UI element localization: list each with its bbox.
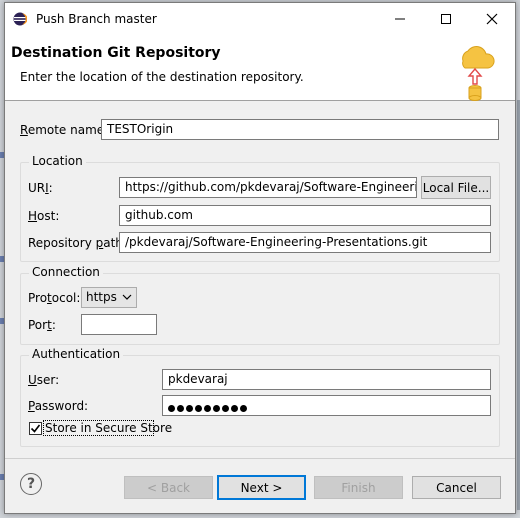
user-label: User:: [28, 373, 60, 387]
help-icon: ?: [26, 476, 36, 492]
protocol-value: https: [86, 290, 117, 304]
connection-group-title: Connection: [29, 265, 103, 279]
cancel-button[interactable]: Cancel: [412, 476, 501, 499]
banner-title: Destination Git Repository: [11, 45, 221, 61]
back-button[interactable]: < Back: [124, 476, 213, 499]
maximize-icon: [441, 14, 451, 24]
footer-divider: [5, 458, 515, 459]
user-input[interactable]: pkdevaraj: [162, 369, 491, 390]
repository-path-input[interactable]: /pkdevaraj/Software-Engineering-Presenta…: [119, 232, 491, 253]
uri-label: URI:: [28, 181, 53, 195]
password-dot: [186, 405, 193, 412]
uri-input[interactable]: https://github.com/pkdevaraj/Software-En…: [119, 177, 417, 198]
banner-description: Enter the location of the destination re…: [20, 70, 304, 84]
remote-name-label: Remote name:: [20, 123, 109, 137]
protocol-label: Protocol:: [28, 291, 81, 305]
minimize-icon: [395, 18, 405, 20]
remote-name-input[interactable]: TESTOrigin: [101, 119, 499, 140]
next-button[interactable]: Next >: [217, 475, 306, 500]
port-label: Port:: [28, 318, 56, 332]
password-dot: [177, 405, 184, 412]
help-button[interactable]: ?: [20, 473, 42, 495]
password-dot: [222, 405, 229, 412]
port-input[interactable]: [81, 314, 157, 335]
finish-button[interactable]: Finish: [314, 476, 403, 499]
password-dot: [204, 405, 211, 412]
chevron-down-icon: [122, 294, 132, 300]
checkmark-icon: [30, 424, 41, 433]
wizard-banner: Destination Git Repository Enter the loc…: [5, 35, 515, 101]
window-title: Push Branch master: [36, 12, 157, 26]
push-branch-dialog: Push Branch master Destination Git Repos…: [4, 2, 516, 514]
store-secure-label[interactable]: Store in Secure Store: [45, 421, 172, 435]
repository-path-label: Repository path:: [28, 236, 127, 250]
password-dot: [168, 405, 175, 412]
password-label: Password:: [28, 399, 89, 413]
local-file-button[interactable]: Local File...: [421, 176, 491, 199]
host-input[interactable]: github.com: [119, 205, 491, 226]
protocol-select[interactable]: https: [81, 287, 137, 308]
password-input[interactable]: [162, 395, 491, 416]
minimize-button[interactable]: [377, 3, 423, 35]
location-group-title: Location: [29, 154, 86, 168]
title-bar: Push Branch master: [5, 3, 515, 35]
password-dot: [213, 405, 220, 412]
password-dot: [231, 405, 238, 412]
password-dot: [240, 405, 247, 412]
close-button[interactable]: [469, 3, 515, 35]
authentication-group-title: Authentication: [29, 347, 124, 361]
host-label: Host:: [28, 209, 60, 223]
cloud-push-icon: [462, 46, 495, 101]
store-secure-checkbox[interactable]: [29, 422, 42, 435]
password-dot: [195, 405, 202, 412]
close-icon: [486, 13, 498, 25]
eclipse-icon: [13, 12, 27, 26]
maximize-button[interactable]: [423, 3, 469, 35]
